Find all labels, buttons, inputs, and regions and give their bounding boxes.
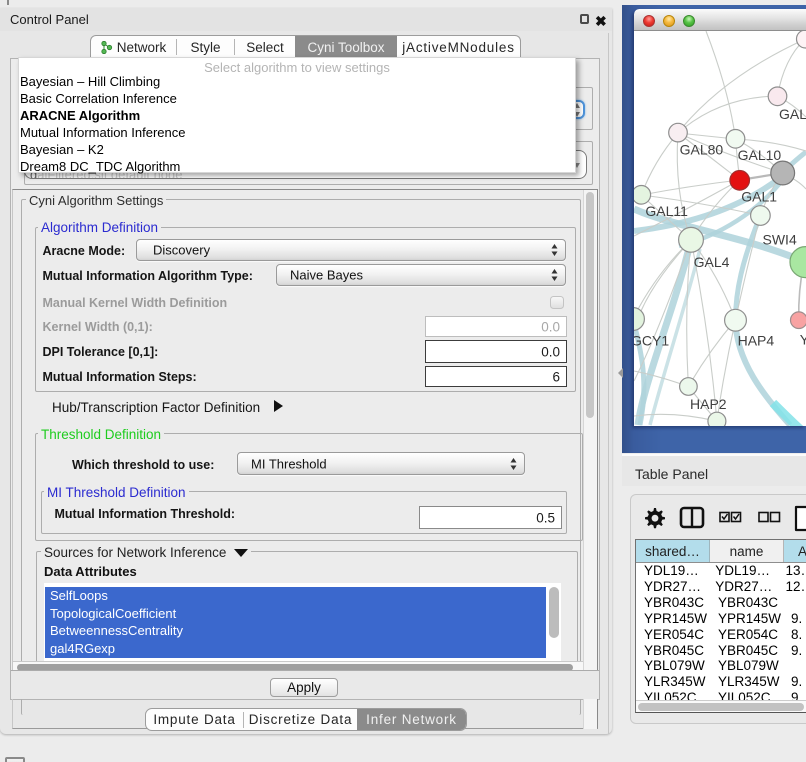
svg-text:GAL7: GAL7 bbox=[779, 106, 806, 122]
svg-text:HAP2: HAP2 bbox=[690, 396, 727, 412]
svg-text:HAP4: HAP4 bbox=[738, 333, 775, 349]
svg-text:GAL4: GAL4 bbox=[694, 254, 730, 270]
svg-text:SWI4: SWI4 bbox=[763, 232, 797, 248]
svg-text:GCY1: GCY1 bbox=[634, 333, 669, 349]
svg-text:GAL11: GAL11 bbox=[645, 203, 688, 219]
svg-text:GAL1: GAL1 bbox=[741, 189, 777, 205]
svg-text:GAL10: GAL10 bbox=[738, 147, 782, 163]
svg-text:GAL80: GAL80 bbox=[680, 141, 724, 157]
svg-text:YEL: YEL bbox=[800, 332, 806, 348]
